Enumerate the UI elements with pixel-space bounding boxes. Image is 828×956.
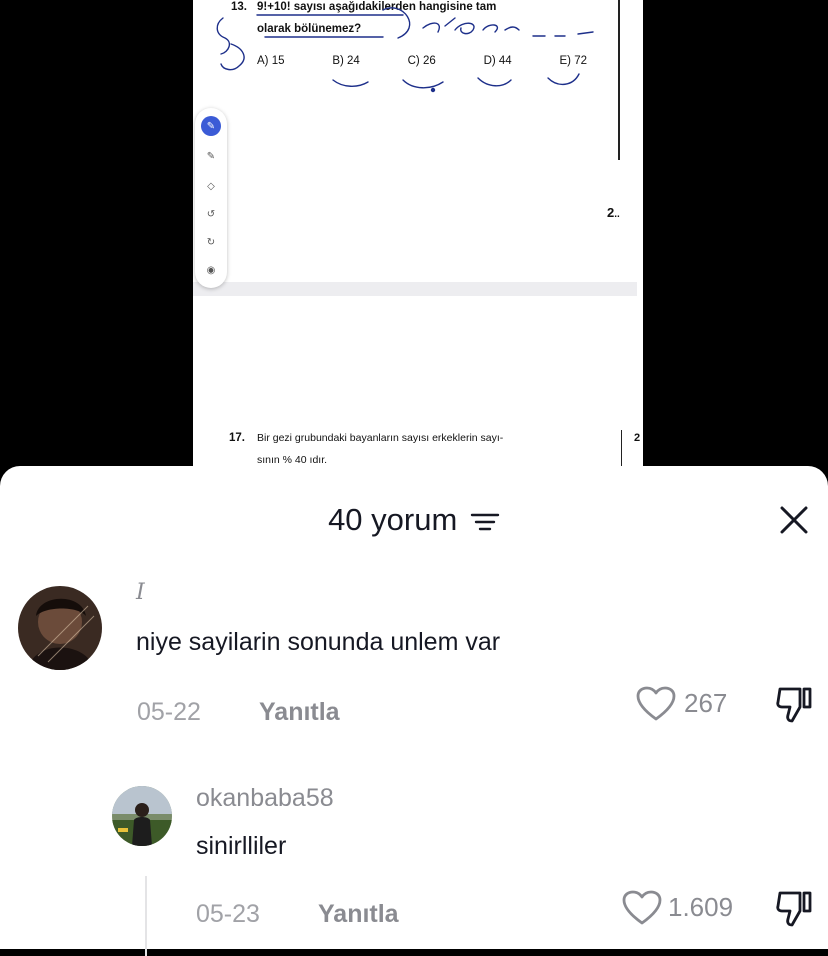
sort-icon[interactable] <box>470 511 500 533</box>
reply-avatar[interactable] <box>112 786 172 846</box>
side-question-number: 2 <box>634 432 641 444</box>
eraser-icon[interactable]: ◇ <box>201 176 221 196</box>
reply-date: 05-23 <box>196 900 260 928</box>
column-divider-top <box>618 0 620 160</box>
comments-count-title: 40 yorum <box>328 502 458 537</box>
reply-text: sinirlliler <box>196 832 287 860</box>
redo-icon[interactable]: ↻ <box>201 232 221 252</box>
reply-like-icon[interactable] <box>622 890 662 926</box>
page-separator <box>193 282 637 296</box>
handwriting-annotations <box>216 7 594 93</box>
reply-dislike-icon[interactable] <box>774 889 814 929</box>
comment-text: niye sayilarin sonunda unlem var <box>136 628 501 656</box>
comment-date: 05-22 <box>137 698 201 726</box>
comment-username[interactable]: I <box>136 580 145 605</box>
video-frame[interactable]: 13. 9!+10! sayısı aşağıdakilerden hangis… <box>0 0 828 470</box>
reply-like-count: 1.609 <box>668 892 734 922</box>
exam-sheet: 13. 9!+10! sayısı aşağıdakilerden hangis… <box>193 0 643 470</box>
question-17-line-1: Bir gezi grubundaki bayanların sayısı er… <box>257 432 504 444</box>
close-icon[interactable] <box>776 502 812 538</box>
reply-reply-button[interactable]: Yanıtla <box>318 900 399 929</box>
pen-tool-icon[interactable]: ✎ <box>201 116 221 136</box>
reply-username[interactable]: okanbaba58 <box>196 784 334 813</box>
column-divider-bottom <box>621 430 622 466</box>
hide-icon[interactable]: ◉ <box>201 260 221 280</box>
like-icon[interactable] <box>636 686 676 722</box>
undo-icon[interactable]: ↺ <box>201 204 221 224</box>
next-question-number: 2.. <box>607 205 620 220</box>
thread-line <box>145 876 147 956</box>
drawing-toolbar: ✎ ✎ ◇ ↺ ↻ ◉ <box>195 108 227 288</box>
comments-panel: 40 yorum I niye sayilarin sonunda unlem … <box>0 466 828 956</box>
question-17-number: 17. <box>229 432 245 444</box>
comments-header: 40 yorum <box>0 502 828 538</box>
dislike-icon[interactable] <box>774 685 814 725</box>
avatar[interactable] <box>18 586 102 670</box>
reply-button[interactable]: Yanıtla <box>259 698 340 727</box>
like-count: 267 <box>684 688 728 718</box>
question-17-line-2: sının % 40 ıdır. <box>257 454 328 466</box>
highlighter-icon[interactable]: ✎ <box>201 146 221 166</box>
